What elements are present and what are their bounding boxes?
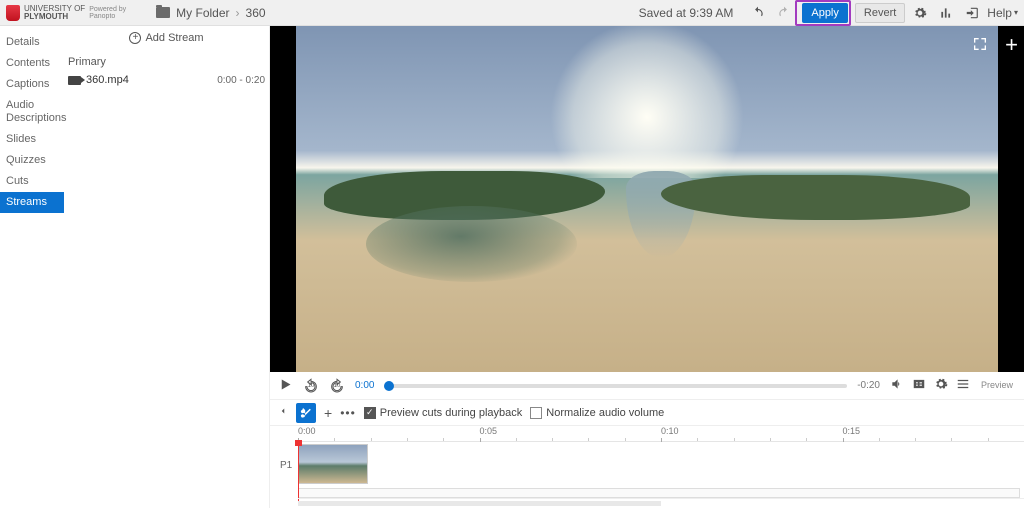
add-stream-button[interactable]: + Add Stream [68,32,265,44]
plus-icon: + [129,32,141,44]
folder-icon [156,7,170,18]
main-area: DetailsContentsCaptionsAudio Description… [0,26,1024,508]
timeline-toolbar: + ••• ✓ Preview cuts during playback Nor… [270,400,1024,426]
video-preview[interactable]: + [270,26,1024,372]
timeline[interactable]: 0:00 0:05 0:10 0:15 P1 [270,426,1024,508]
sidebar-item-cuts[interactable]: Cuts [0,171,64,192]
apply-button[interactable]: Apply [802,3,848,23]
stats-button[interactable] [935,3,957,23]
chevron-right-icon: › [236,6,240,20]
track-label: P1 [280,460,292,471]
sidebar-item-quizzes[interactable]: Quizzes [0,150,64,171]
preview-cuts-checkbox[interactable]: ✓ Preview cuts during playback [364,407,522,419]
brand-text: UNIVERSITY OF PLYMOUTH [24,5,85,21]
add-event-button[interactable]: + [324,405,332,421]
left-sidebar: DetailsContentsCaptionsAudio Description… [0,26,64,508]
sidebar-item-captions[interactable]: Captions [0,74,64,95]
breadcrumb-session[interactable]: 360 [246,6,266,20]
chevron-down-icon: ▾ [1014,8,1018,17]
player-controls: 10 10 0:00 -0:20 [270,372,1024,400]
checkbox-checked-icon: ✓ [364,407,376,419]
stream-row[interactable]: 360.mp4 0:00 - 0:20 [68,74,265,86]
timeline-ruler[interactable]: 0:00 0:05 0:10 0:15 [298,426,1024,442]
current-time: 0:00 [355,380,374,391]
saved-status: Saved at 9:39 AM [639,6,734,20]
breadcrumb-folder[interactable]: My Folder [176,6,229,20]
checkbox-empty-icon [530,407,542,419]
sidebar-item-slides[interactable]: Slides [0,129,64,150]
remaining-time: -0:20 [857,380,880,391]
forward-10-button[interactable]: 10 [329,378,345,394]
fullscreen-button[interactable] [970,34,990,54]
rewind-10-button[interactable]: 10 [303,378,319,394]
layout-menu-button[interactable] [956,377,970,394]
player-settings-button[interactable] [934,377,948,394]
timeline-track[interactable]: P1 [298,442,1024,498]
help-menu[interactable]: Help ▾ [987,6,1018,20]
volume-button[interactable] [890,377,904,394]
track-line[interactable] [298,488,1020,498]
powered-by: Powered by Panopto [89,6,126,20]
redo-button[interactable] [773,3,795,23]
add-overlay-button[interactable]: + [1005,32,1018,58]
preview-label: Preview [978,381,1016,390]
streams-panel: + Add Stream Primary 360.mp4 0:00 - 0:20 [64,26,270,508]
ruler-mark: 0:15 [843,426,861,436]
settings-button[interactable] [909,3,931,23]
play-button[interactable] [278,377,293,395]
normalize-audio-checkbox[interactable]: Normalize audio volume [530,407,664,419]
seek-handle[interactable] [384,381,394,391]
breadcrumb: My Folder › 360 [156,6,265,20]
video-icon [68,76,81,85]
collapse-timeline-button[interactable] [278,406,288,419]
video-frame [296,26,998,372]
captions-button[interactable] [912,377,926,394]
exit-button[interactable] [961,3,983,23]
ruler-mark: 0:10 [661,426,679,436]
playhead[interactable] [298,442,299,506]
clip-thumbnail[interactable] [298,444,368,484]
right-panel: + 10 10 0:00 -0:20 [270,26,1024,508]
revert-button[interactable]: Revert [855,3,905,23]
cut-tool-button[interactable] [296,403,316,423]
stream-filename: 360.mp4 [86,74,129,86]
sidebar-item-contents[interactable]: Contents [0,53,64,74]
top-bar: UNIVERSITY OF PLYMOUTH Powered by Panopt… [0,0,1024,26]
ruler-mark: 0:05 [480,426,498,436]
more-tools-button[interactable]: ••• [340,406,356,420]
seek-bar[interactable] [384,384,847,388]
brand-shield-icon [6,5,20,21]
brand-line2: PLYMOUTH [24,13,85,21]
apply-highlight: Apply [795,0,851,26]
timeline-scrollbar[interactable] [298,498,1024,508]
undo-button[interactable] [747,3,769,23]
sidebar-item-streams[interactable]: Streams [0,192,64,213]
stream-group-label: Primary [68,56,265,68]
sidebar-item-audio-descriptions[interactable]: Audio Descriptions [0,95,64,129]
sidebar-item-details[interactable]: Details [0,32,64,53]
stream-time-range: 0:00 - 0:20 [217,75,265,86]
ruler-mark: 0:00 [298,426,316,436]
